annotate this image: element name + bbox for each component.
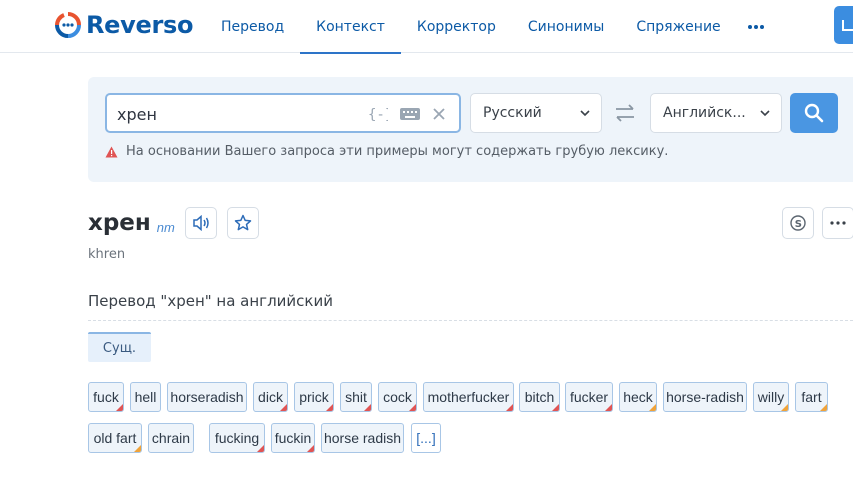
nav-context[interactable]: Контекст xyxy=(300,0,401,54)
search-icon xyxy=(804,103,824,123)
entry-pos: nm xyxy=(156,219,175,235)
translation-chip[interactable]: motherfucker xyxy=(423,382,514,412)
search-box: {-} xyxy=(105,93,461,133)
keyboard-icon[interactable] xyxy=(399,104,421,124)
speaker-icon xyxy=(193,215,209,231)
pronounce-button[interactable] xyxy=(184,207,217,239)
chevron-down-icon xyxy=(759,107,771,123)
source-language-label: Русский xyxy=(483,105,542,121)
translation-chip[interactable]: heck xyxy=(619,382,657,412)
ellipsis-icon xyxy=(830,221,846,225)
translation-chip[interactable]: dick xyxy=(253,382,288,412)
translation-chip[interactable]: horse-radish xyxy=(663,382,747,412)
search-input[interactable] xyxy=(117,103,357,125)
translation-chip[interactable]: chrain xyxy=(148,423,194,453)
main-nav: Перевод Контекст Корректор Синонимы Спря… xyxy=(205,0,775,54)
translation-chip[interactable]: fuckin xyxy=(271,423,315,453)
nav-more-ellipsis-icon[interactable] xyxy=(737,0,775,53)
regex-icon[interactable]: {-} xyxy=(367,104,389,124)
svg-text:{-}: {-} xyxy=(368,107,388,123)
logo-text: Reverso xyxy=(86,11,194,39)
entry-actions: S xyxy=(782,207,853,239)
translation-section-title: Перевод "хрен" на английский xyxy=(88,292,333,310)
target-language-label: Английск... xyxy=(663,105,746,121)
translation-chip[interactable]: hell xyxy=(130,382,161,412)
source-language-select[interactable]: Русский xyxy=(470,93,602,133)
svg-text:S: S xyxy=(795,219,802,230)
translation-chip[interactable]: horseradish xyxy=(167,382,247,412)
star-icon xyxy=(234,214,252,231)
translation-chip[interactable]: old fart xyxy=(88,423,142,453)
search-panel: {-} Русский Английск... xyxy=(88,77,853,182)
reverso-logo-icon xyxy=(54,11,82,39)
translation-chip[interactable]: fart xyxy=(795,382,828,412)
nav-synonyms[interactable]: Синонимы xyxy=(512,0,620,53)
top-header: Reverso Перевод Контекст Корректор Синон… xyxy=(0,0,853,54)
clear-close-icon[interactable] xyxy=(429,104,449,124)
entry-header: хрен nm xyxy=(88,207,259,239)
swap-languages-icon[interactable] xyxy=(613,103,637,123)
nav-corrector[interactable]: Корректор xyxy=(401,0,512,53)
favorite-button[interactable] xyxy=(226,207,259,239)
translation-chip[interactable]: prick xyxy=(294,382,334,412)
synonym-s-icon: S xyxy=(790,215,806,231)
target-language-select[interactable]: Английск... xyxy=(650,93,782,133)
translation-chip[interactable]: fuck xyxy=(88,382,124,412)
transliteration: khren xyxy=(88,247,126,262)
synonyms-button[interactable]: S xyxy=(782,207,814,239)
search-button[interactable] xyxy=(790,93,838,133)
translation-chip[interactable]: cock xyxy=(378,382,417,412)
pos-tab-noun[interactable]: Сущ. xyxy=(88,332,151,362)
more-options-button[interactable] xyxy=(822,207,853,239)
reverso-logo[interactable]: Reverso xyxy=(54,10,194,40)
nav-translation[interactable]: Перевод xyxy=(205,0,300,53)
translation-chip[interactable]: willy xyxy=(753,382,789,412)
translation-chip[interactable]: fucker xyxy=(565,382,613,412)
vulgar-content-warning: На основании Вашего запроса эти примеры … xyxy=(105,144,668,159)
section-divider xyxy=(88,320,853,321)
translation-chip[interactable]: fucking xyxy=(209,423,265,453)
translation-chip[interactable]: bitch xyxy=(519,382,560,412)
warning-icon xyxy=(105,146,118,157)
translation-chip[interactable]: horse radish xyxy=(321,423,404,453)
chevron-down-icon xyxy=(579,107,591,123)
nav-conjugation[interactable]: Спряжение xyxy=(620,0,736,53)
warning-text: На основании Вашего запроса эти примеры … xyxy=(126,144,669,159)
more-translations-button[interactable]: [...] xyxy=(411,423,441,453)
translation-chip[interactable]: shit xyxy=(340,382,372,412)
header-login-button[interactable] xyxy=(834,6,853,44)
entry-word: хрен xyxy=(88,210,151,236)
